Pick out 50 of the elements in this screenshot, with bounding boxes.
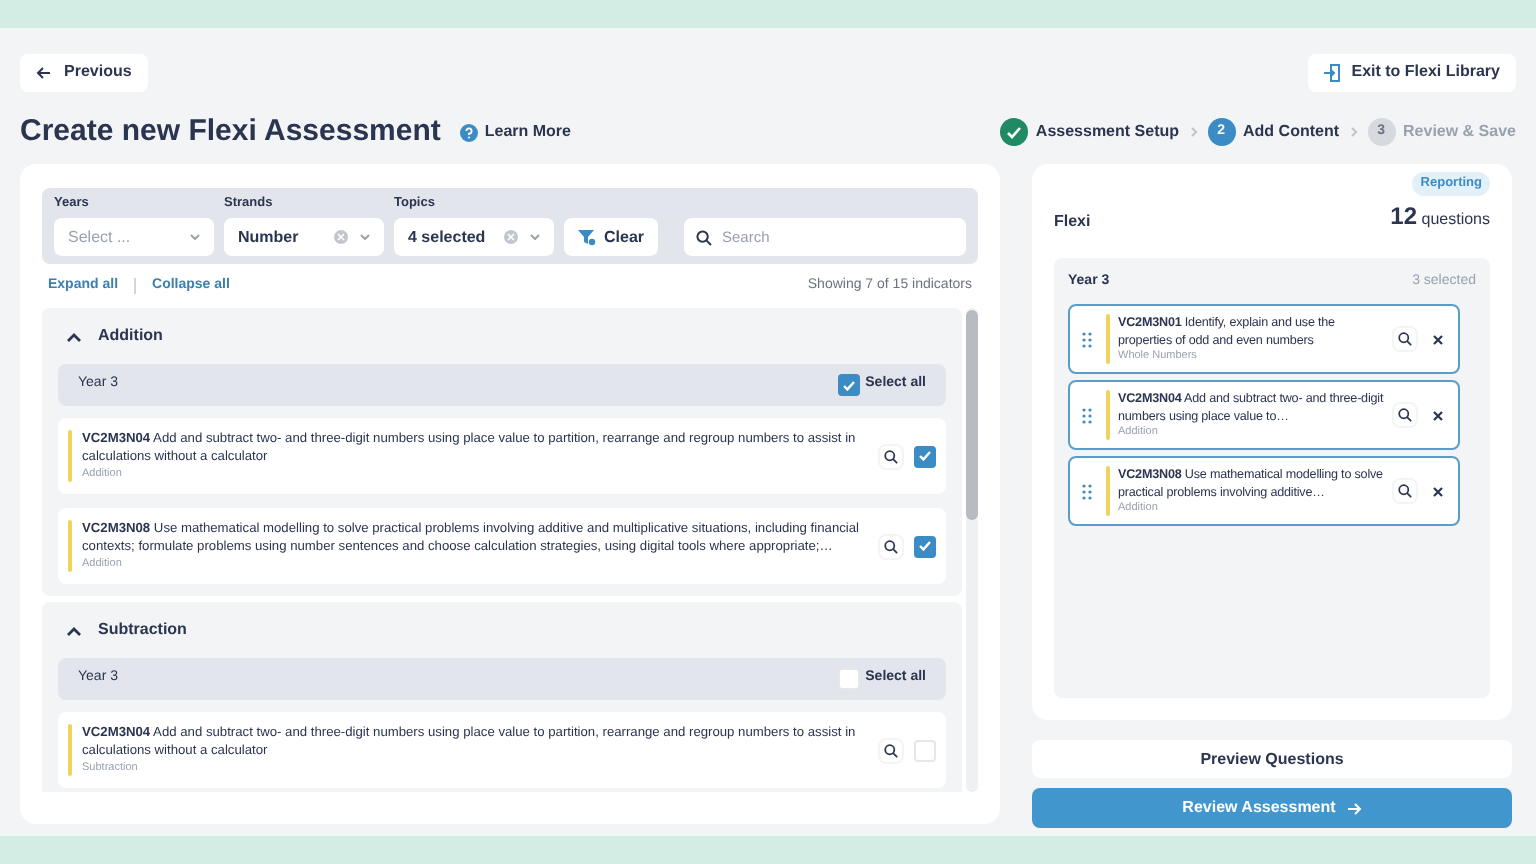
checkbox[interactable] [914, 739, 936, 761]
search-icon[interactable] [1392, 402, 1418, 428]
search-icon[interactable] [878, 443, 904, 469]
close-icon[interactable] [1432, 485, 1444, 497]
section-title[interactable]: Addition [98, 324, 163, 348]
previous-button[interactable]: Previous [20, 53, 148, 91]
step-label: Review & Save [1403, 120, 1516, 144]
drag-handle-icon[interactable] [1082, 407, 1092, 423]
page-title: Create new Flexi Assessment [20, 111, 441, 152]
caret-down-icon [530, 234, 540, 240]
filter-dropdown[interactable]: 4 selected [394, 218, 554, 256]
section-title[interactable]: Subtraction [98, 618, 187, 642]
search-icon[interactable] [878, 533, 904, 559]
check-icon [918, 450, 932, 462]
chevron-right-icon [1189, 126, 1198, 138]
check-icon [841, 379, 856, 391]
arrow-left-icon [36, 65, 52, 79]
caret-down-icon [190, 234, 200, 240]
select-all-checkbox[interactable] [837, 374, 860, 396]
preview-questions-button[interactable]: Preview Questions [1032, 740, 1512, 778]
clear-button[interactable]: Clear [564, 218, 659, 256]
chevron-right-icon [1349, 126, 1358, 138]
close-icon[interactable] [1432, 409, 1444, 421]
drag-handle-icon[interactable] [1082, 331, 1092, 347]
check-icon [918, 540, 932, 552]
close-icon[interactable] [1432, 333, 1444, 345]
clear-icon [504, 230, 518, 244]
search-icon[interactable] [878, 737, 904, 763]
search-icon[interactable] [1392, 478, 1418, 504]
checkbox[interactable] [914, 535, 936, 557]
scrollbar[interactable] [966, 308, 978, 792]
chevron-up-icon[interactable] [66, 625, 82, 635]
filter-icon [578, 229, 596, 245]
filter-dropdown[interactable]: Number [224, 218, 384, 256]
arrow-right-icon [1345, 801, 1362, 815]
question-count: 12 questions [1390, 200, 1490, 234]
step-label: Add Content [1243, 120, 1340, 144]
step-label: Assessment Setup [1035, 120, 1180, 144]
panel-title: Flexi [1054, 210, 1091, 234]
drag-handle-icon[interactable] [1082, 483, 1092, 499]
learn-more-link[interactable]: Learn More [460, 120, 571, 144]
exit-button[interactable]: Exit to Flexi Library [1307, 53, 1516, 91]
select-all-checkbox[interactable] [837, 668, 860, 690]
clear-icon [334, 230, 348, 244]
checkbox[interactable] [914, 445, 936, 467]
chevron-up-icon[interactable] [66, 331, 82, 341]
exit-icon [1323, 63, 1340, 81]
help-icon [460, 123, 479, 141]
search-icon[interactable] [1392, 326, 1418, 352]
caret-down-icon [360, 234, 370, 240]
